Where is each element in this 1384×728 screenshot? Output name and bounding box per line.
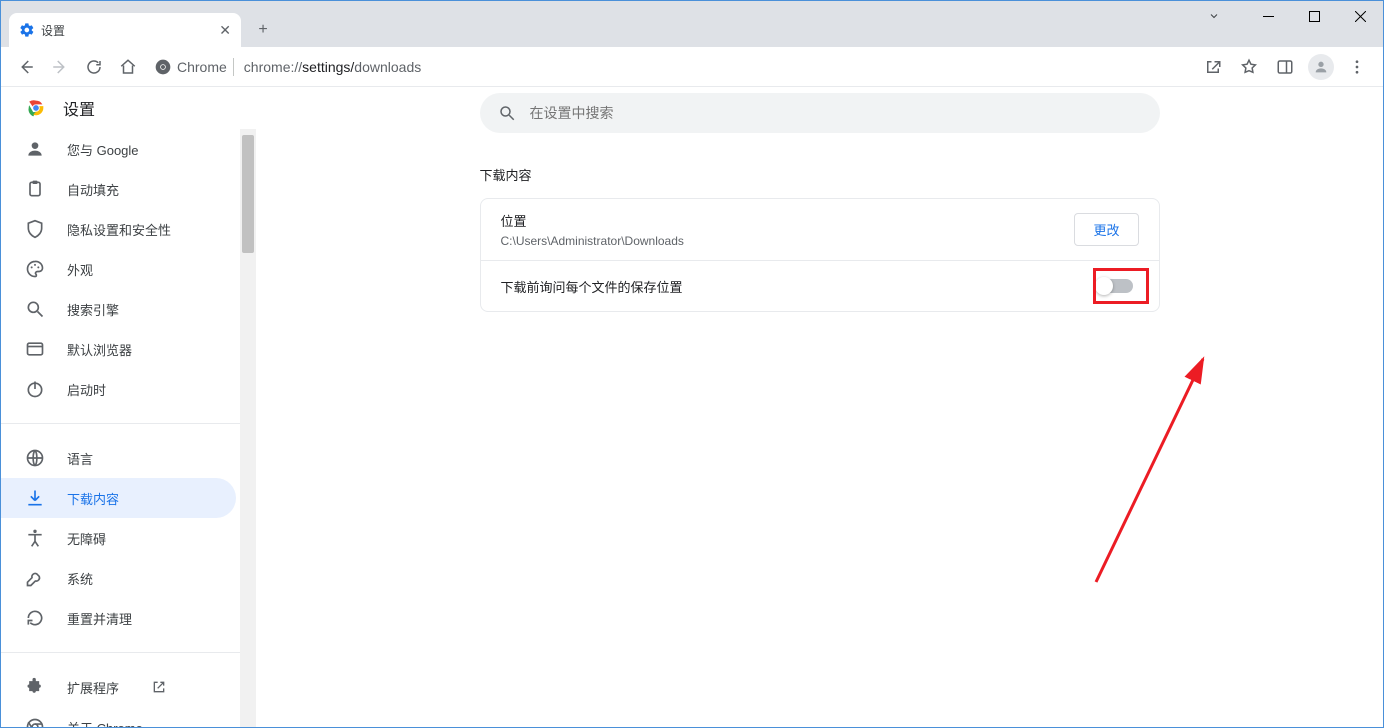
- sidebar-item-default-browser[interactable]: 默认浏览器: [1, 329, 236, 369]
- sidebar-item-label: 扩展程序: [67, 678, 119, 697]
- sidebar-item-label: 外观: [67, 260, 93, 279]
- site-chip-label: Chrome: [177, 59, 227, 75]
- sidebar-item-search-engine[interactable]: 搜索引擎: [1, 289, 236, 329]
- ask-before-download-row: 下载前询问每个文件的保存位置: [481, 260, 1159, 311]
- section-title: 下载内容: [480, 165, 1160, 184]
- bookmark-star-icon[interactable]: [1231, 50, 1267, 84]
- gear-icon: [19, 22, 35, 38]
- sidebar-item-label: 语言: [67, 449, 93, 468]
- sidebar-item-system[interactable]: 系统: [1, 558, 236, 598]
- chrome-icon: [155, 59, 171, 75]
- sidebar-item-accessibility[interactable]: 无障碍: [1, 518, 236, 558]
- change-location-button[interactable]: 更改: [1074, 213, 1138, 246]
- sidebar-item-label: 您与 Google: [67, 140, 139, 159]
- reload-button[interactable]: [77, 50, 111, 84]
- sidebar-item-about[interactable]: 关于 Chrome: [1, 707, 236, 727]
- tab-search-chevron-icon[interactable]: [1191, 1, 1237, 31]
- browser-window-icon: [25, 339, 45, 359]
- share-icon[interactable]: [1195, 50, 1231, 84]
- browser-tab[interactable]: 设置 ✕: [9, 13, 241, 47]
- download-icon: [25, 488, 45, 508]
- sidebar-item-label: 默认浏览器: [67, 340, 132, 359]
- omnibox[interactable]: Chrome chrome://settings/downloads: [151, 53, 1195, 81]
- sidebar-item-label: 自动填充: [67, 180, 119, 199]
- sidebar-item-label: 隐私设置和安全性: [67, 220, 171, 239]
- sidebar-divider: [1, 423, 240, 424]
- extension-icon: [25, 677, 45, 697]
- tab-title: 设置: [41, 22, 213, 39]
- sidebar-scrollbar[interactable]: [240, 129, 256, 727]
- sidebar-item-label: 启动时: [67, 380, 106, 399]
- sidebar-item-label: 搜索引擎: [67, 300, 119, 319]
- settings-search[interactable]: [480, 93, 1160, 133]
- annotation-highlight-box: [1093, 268, 1149, 304]
- location-label: 位置: [501, 211, 1075, 230]
- sidebar-item-downloads[interactable]: 下载内容: [1, 478, 236, 518]
- globe-icon: [25, 448, 45, 468]
- sidebar-item-label: 无障碍: [67, 529, 106, 548]
- sidebar-item-autofill[interactable]: 自动填充: [1, 169, 236, 209]
- open-external-icon: [149, 677, 169, 697]
- settings-header: 设置: [1, 87, 256, 129]
- sidebar: 设置 您与 Google 自动填充 隐私设置和安全性: [1, 87, 256, 727]
- annotation-arrow: [1036, 327, 1236, 587]
- chip-divider: [233, 58, 234, 76]
- window-close-button[interactable]: [1337, 1, 1383, 31]
- search-icon: [498, 104, 516, 122]
- back-button[interactable]: [9, 50, 43, 84]
- url-text: chrome://settings/downloads: [244, 59, 421, 75]
- chrome-outline-icon: [25, 717, 45, 727]
- sidebar-item-on-startup[interactable]: 启动时: [1, 369, 236, 409]
- download-location-row: 位置 C:\Users\Administrator\Downloads 更改: [481, 199, 1159, 260]
- palette-icon: [25, 259, 45, 279]
- main-content: 下载内容 位置 C:\Users\Administrator\Downloads…: [256, 87, 1383, 727]
- site-chip: Chrome: [151, 53, 244, 81]
- sidebar-divider: [1, 652, 240, 653]
- sidebar-item-privacy[interactable]: 隐私设置和安全性: [1, 209, 236, 249]
- clipboard-icon: [25, 179, 45, 199]
- sidebar-item-label: 重置并清理: [67, 609, 132, 628]
- power-icon: [25, 379, 45, 399]
- window-minimize-button[interactable]: [1245, 1, 1291, 31]
- downloads-card: 位置 C:\Users\Administrator\Downloads 更改 下…: [480, 198, 1160, 312]
- sidebar-item-extensions[interactable]: 扩展程序: [1, 667, 236, 707]
- profile-avatar[interactable]: [1303, 50, 1339, 84]
- sidebar-item-label: 系统: [67, 569, 93, 588]
- window-maximize-button[interactable]: [1291, 1, 1337, 31]
- close-tab-icon[interactable]: ✕: [219, 22, 231, 39]
- restore-icon: [25, 608, 45, 628]
- sidebar-item-appearance[interactable]: 外观: [1, 249, 236, 289]
- settings-title: 设置: [63, 96, 95, 120]
- sidebar-item-label: 关于 Chrome: [67, 718, 143, 728]
- titlebar: 设置 ✕ +: [1, 1, 1383, 47]
- home-button[interactable]: [111, 50, 145, 84]
- accessibility-icon: [25, 528, 45, 548]
- sidebar-item-reset[interactable]: 重置并清理: [1, 598, 236, 638]
- chrome-logo-icon: [25, 97, 47, 119]
- wrench-icon: [25, 568, 45, 588]
- side-panel-icon[interactable]: [1267, 50, 1303, 84]
- ask-label: 下载前询问每个文件的保存位置: [501, 277, 1091, 296]
- shield-icon: [25, 219, 45, 239]
- location-value: C:\Users\Administrator\Downloads: [501, 234, 1075, 248]
- person-icon: [25, 139, 45, 159]
- sidebar-item-you-and-google[interactable]: 您与 Google: [1, 129, 236, 169]
- settings-search-input[interactable]: [530, 105, 1142, 121]
- kebab-menu-icon[interactable]: [1339, 50, 1375, 84]
- browser-toolbar: Chrome chrome://settings/downloads: [1, 47, 1383, 87]
- search-icon: [25, 299, 45, 319]
- forward-button[interactable]: [43, 50, 77, 84]
- new-tab-button[interactable]: +: [249, 16, 277, 44]
- scrollbar-thumb[interactable]: [242, 135, 254, 253]
- sidebar-item-label: 下载内容: [67, 489, 119, 508]
- sidebar-item-languages[interactable]: 语言: [1, 438, 236, 478]
